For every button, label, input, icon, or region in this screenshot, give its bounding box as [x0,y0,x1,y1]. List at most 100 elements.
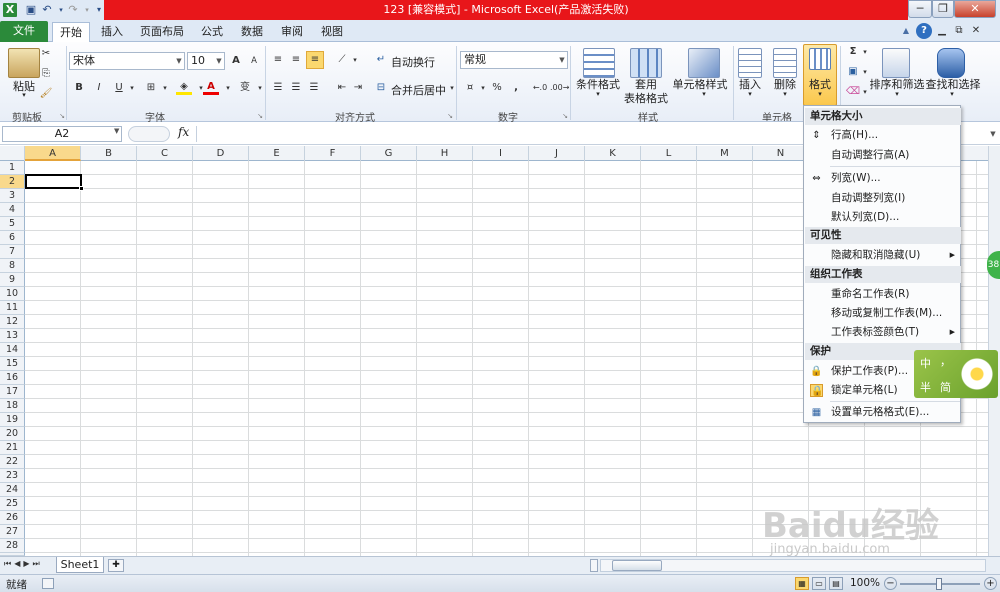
row-header[interactable]: 8 [0,259,25,273]
conditional-format-icon[interactable] [583,48,615,78]
side-badge[interactable]: 38 [987,251,1000,279]
maximize-button[interactable]: ❐ [932,0,954,18]
cell-styles-dropdown-icon[interactable]: ▾ [696,90,712,98]
help-icon[interactable]: ? [916,23,932,39]
row-header[interactable]: 26 [0,511,25,525]
row-header[interactable]: 13 [0,329,25,343]
bold-button[interactable]: B [71,80,87,96]
column-header-g[interactable]: G [361,146,417,161]
close-button[interactable]: ✕ [954,0,996,18]
undo-icon[interactable]: ↶ [40,3,54,17]
tab-insert[interactable]: 插入 [94,22,130,42]
row-header[interactable]: 6 [0,231,25,245]
row-header[interactable]: 9 [0,273,25,287]
menu-item-hide-unhide[interactable]: 隐藏和取消隐藏(U) ▶ [805,246,961,265]
select-all-corner[interactable] [0,146,25,161]
column-header-a[interactable]: A [25,146,81,161]
format-painter-icon[interactable]: 🖌 [38,86,54,102]
fill-handle[interactable] [79,186,84,191]
menu-item-column-width[interactable]: ⇔ 列宽(W)... [805,169,961,188]
row-header[interactable]: 14 [0,343,25,357]
row-header[interactable]: 3 [0,189,25,203]
redo-icon[interactable]: ↷ [66,3,80,17]
row-header[interactable]: 10 [0,287,25,301]
row-header[interactable]: 16 [0,371,25,385]
namebox-dropdown-icon[interactable]: ▼ [114,127,119,135]
doc-restore-icon[interactable]: ⧉ [951,23,967,39]
font-color-icon[interactable]: A [203,79,219,95]
fill-color-icon[interactable]: ◈ [176,79,192,95]
row-header[interactable]: 1 [0,161,25,175]
ribbon-collapse-icon[interactable]: ▲ [898,23,914,39]
wrap-text-icon[interactable]: ↵ [373,52,389,68]
zoom-out-icon[interactable]: − [884,577,897,590]
paste-icon[interactable] [8,48,40,78]
page-break-view-icon[interactable]: ▤ [829,577,843,590]
tab-home[interactable]: 开始 [52,22,90,42]
row-header[interactable]: 23 [0,469,25,483]
page-layout-view-icon[interactable]: ▭ [812,577,826,590]
column-header-b[interactable]: B [81,146,137,161]
format-dropdown-icon[interactable]: ▾ [812,90,828,98]
macro-record-icon[interactable] [42,578,54,589]
row-header[interactable]: 11 [0,301,25,315]
row-header[interactable]: 19 [0,413,25,427]
tab-formulas[interactable]: 公式 [194,22,230,42]
decrease-decimal-icon[interactable]: .00→ [550,80,569,96]
save-icon[interactable]: ▣ [24,3,38,17]
row-header[interactable]: 20 [0,427,25,441]
row-header[interactable]: 15 [0,357,25,371]
row-header[interactable]: 7 [0,245,25,259]
doc-minimize-icon[interactable]: ▁ [934,23,950,39]
wrap-text-button[interactable]: 自动换行 [391,54,435,70]
row-header[interactable]: 4 [0,203,25,217]
borders-dropdown-icon[interactable]: ▾ [157,80,173,96]
sheet-tab-sheet1[interactable]: Sheet1 [56,557,104,573]
row-header[interactable]: 12 [0,315,25,329]
tab-file[interactable]: 文件 [0,21,48,42]
minimize-button[interactable]: ─ [908,0,932,18]
ime-simplified-mode[interactable]: 简 [940,379,951,395]
ime-width-mode[interactable]: 半 [920,379,931,395]
tab-view[interactable]: 视图 [314,22,350,42]
sort-dropdown-icon[interactable]: ▾ [889,90,905,98]
align-top-icon[interactable]: ≡ [270,52,286,68]
menu-item-default-width[interactable]: 默认列宽(D)... [805,208,961,227]
underline-dropdown-icon[interactable]: ▾ [124,80,140,96]
sort-filter-icon[interactable] [882,48,910,78]
find-select-icon[interactable] [937,48,965,78]
percent-button[interactable]: % [489,80,505,96]
column-header-j[interactable]: J [529,146,585,161]
orientation-dropdown-icon[interactable]: ▾ [347,52,363,68]
horizontal-scroll-thumb[interactable] [612,560,662,571]
align-center-icon[interactable]: ☰ [288,80,304,96]
column-header-i[interactable]: I [473,146,529,161]
shrink-font-icon[interactable]: A [246,53,262,69]
comma-button[interactable]: , [508,80,524,96]
column-header-f[interactable]: F [305,146,361,161]
column-header-l[interactable]: L [641,146,697,161]
insert-dropdown-icon[interactable]: ▾ [742,90,758,98]
row-header[interactable]: 18 [0,399,25,413]
formula-expand-icon[interactable]: ▼ [988,126,998,142]
tab-data[interactable]: 数据 [234,22,270,42]
format-cells-icon[interactable] [809,48,831,70]
sheet-nav-arrows-icon[interactable]: ⏮◀▶⏭ [4,559,43,569]
menu-item-tab-color[interactable]: 工作表标签颜色(T) ▶ [805,323,961,342]
autosum-dropdown-icon[interactable]: ▾ [857,44,873,60]
ime-punct-mode[interactable]: ， [940,353,951,369]
delete-dropdown-icon[interactable]: ▾ [777,90,793,98]
merge-dropdown-icon[interactable]: ▾ [444,80,460,96]
zoom-level[interactable]: 100% [850,577,880,589]
column-header-d[interactable]: D [193,146,249,161]
insert-sheet-icon[interactable]: ✚ [108,559,124,572]
delete-cells-icon[interactable] [773,48,797,78]
zoom-slider-thumb[interactable] [936,578,942,590]
name-box[interactable]: A2 [2,126,122,142]
cell-styles-icon[interactable] [688,48,720,78]
font-color-dropdown-icon[interactable]: ▾ [220,80,236,96]
font-name-combo[interactable]: 宋体 ▼ [69,52,185,70]
paste-dropdown-icon[interactable]: ▾ [16,91,32,99]
active-cell-a2[interactable] [25,174,82,189]
row-header[interactable]: 25 [0,497,25,511]
